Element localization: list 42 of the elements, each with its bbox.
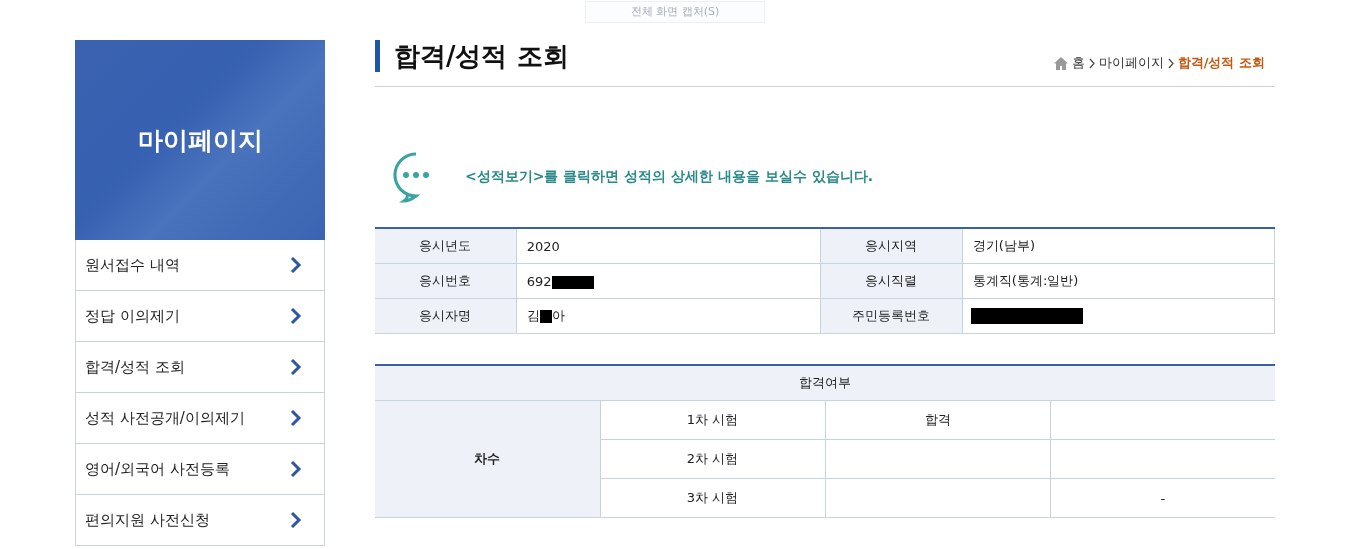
table-cell: 3차 시험 bbox=[600, 478, 825, 518]
field-value: 통계직(통계:일반) bbox=[962, 263, 1275, 299]
chevron-right-icon bbox=[290, 460, 302, 478]
capture-tooltip: 전체 화면 캡처(S) bbox=[585, 1, 765, 23]
sidebar-item[interactable]: 성적 사전공개/이의제기 bbox=[76, 393, 324, 444]
chevron-right-icon bbox=[290, 409, 302, 427]
redaction-mark bbox=[539, 310, 552, 323]
chevron-right-icon bbox=[1088, 57, 1095, 69]
notice-text: <성적보기>를 클릭하면 성적의 상세한 내용을 보실수 있습니다. bbox=[465, 168, 874, 186]
chevron-right-icon bbox=[1167, 57, 1174, 69]
chevron-right-icon bbox=[290, 256, 302, 274]
sidebar-item[interactable]: 영어/외국어 사전등록 bbox=[76, 444, 324, 495]
field-value: 692 bbox=[516, 263, 821, 299]
sidebar-title: 마이페이지 bbox=[137, 124, 263, 157]
page-title: 합격/성적 조회 bbox=[375, 40, 569, 72]
chevron-right-icon bbox=[290, 358, 302, 376]
field-label: 주민등록번호 bbox=[820, 298, 963, 334]
sidebar-item[interactable]: 정답 이의제기 bbox=[76, 291, 324, 342]
sidebar-item[interactable]: 합격/성적 조회 bbox=[76, 342, 324, 393]
home-icon[interactable] bbox=[1053, 56, 1068, 70]
table-cell: - bbox=[1050, 478, 1275, 518]
row-header: 차수 bbox=[375, 400, 600, 518]
chevron-right-icon bbox=[290, 307, 302, 325]
column-header: 합격여부 bbox=[375, 365, 1275, 401]
field-value: 2020 bbox=[516, 228, 821, 264]
breadcrumb-link[interactable]: 합격/성적 조회 bbox=[1177, 54, 1265, 72]
breadcrumb-link[interactable]: 홈 bbox=[1071, 54, 1085, 72]
redaction-mark bbox=[551, 275, 594, 289]
table-cell: 합격 bbox=[825, 400, 1050, 440]
field-label: 응시년도 bbox=[375, 228, 517, 264]
breadcrumb-link[interactable]: 마이페이지 bbox=[1098, 54, 1164, 72]
field-label: 응시자명 bbox=[375, 298, 517, 334]
field-label: 응시번호 bbox=[375, 263, 517, 299]
table-cell: 2차 시험 bbox=[600, 439, 825, 479]
field-value: 김 아 bbox=[516, 298, 821, 334]
sidebar-item[interactable]: 편의지원 사전신청 bbox=[76, 495, 324, 546]
sidebar-item[interactable]: 원서접수 내역 bbox=[76, 240, 324, 291]
field-value: 경기(남부) bbox=[962, 228, 1275, 264]
chevron-right-icon bbox=[290, 511, 302, 529]
field-label: 응시지역 bbox=[820, 228, 963, 264]
field-label: 응시직렬 bbox=[820, 263, 963, 299]
table-cell: 1차 시험 bbox=[600, 400, 825, 440]
